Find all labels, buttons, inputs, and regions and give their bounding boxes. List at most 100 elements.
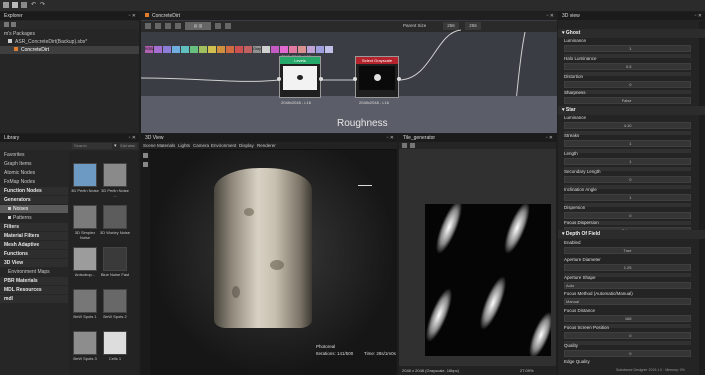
close-icon[interactable]: ▫ ✕	[129, 134, 136, 142]
2d-view-texture[interactable]	[425, 204, 551, 356]
select-node-header: Select Grayscale	[356, 57, 398, 64]
undo-icon[interactable]: ↶	[31, 1, 36, 8]
tree-item-fxmap[interactable]: FxMap Nodes	[0, 178, 68, 186]
render-time: Time: 28s/1m0s	[364, 351, 396, 356]
tree-item-3d-view[interactable]: 3D View	[0, 259, 68, 267]
library-panel: Library ▫ ✕ Search ▾ Grid view Favorites …	[0, 134, 139, 375]
tree-item-function-nodes[interactable]: Function Nodes	[0, 187, 68, 195]
tree-item-mdl-resources[interactable]: MDL Resources	[0, 286, 68, 294]
tree-item-noises[interactable]: Noises	[0, 205, 68, 213]
thumb-label: BnW Spots 1	[73, 314, 97, 319]
close-icon[interactable]: ▫ ✕	[129, 12, 136, 20]
thumb-3d-perlin-noise[interactable]	[73, 163, 97, 187]
graph-panel: ConcreteDirt ▫ ✕ ▤ ▥ Parent Size 256 256 …	[141, 12, 557, 133]
texture-info: 2048 x 2048 (Grayscale, 16bpc)	[402, 368, 459, 373]
title-bar: ↶ ↷	[0, 0, 705, 11]
new-icon[interactable]	[3, 2, 9, 8]
menu-lights[interactable]: Lights	[178, 142, 190, 149]
tree-item-pbr-materials[interactable]: PBR Materials	[0, 277, 68, 285]
thumb-blue-noise-fast[interactable]	[103, 247, 127, 271]
tree-item-functions[interactable]: Functions	[0, 250, 68, 258]
camera-icon[interactable]	[143, 153, 148, 158]
close-icon[interactable]: ▫ ✕	[546, 134, 553, 142]
levels-node-thumbnail	[283, 66, 317, 90]
thumbnail-spot	[297, 75, 303, 80]
menu-camera[interactable]: Camera	[193, 142, 209, 149]
filter-icon[interactable]: ▾	[114, 143, 117, 149]
select-node-thumbnail	[359, 66, 395, 90]
tree-item-patterns[interactable]: Patterns	[0, 214, 68, 222]
close-icon[interactable]: ▫ ✕	[387, 134, 394, 142]
roughness-frame[interactable]: Roughness	[141, 96, 557, 133]
levels-node-resolution: 2048x2048 - L16	[281, 100, 312, 105]
tree-item-filters[interactable]: Filters	[0, 223, 68, 231]
levels-node[interactable]: Levels	[277, 56, 323, 98]
menu-materials[interactable]: Materials	[157, 142, 175, 149]
texture-streak	[425, 285, 458, 345]
thumb-anisotropic[interactable]	[73, 247, 97, 271]
input-socket[interactable]	[277, 77, 281, 81]
output-socket[interactable]	[319, 77, 323, 81]
3d-view-side-tools	[141, 150, 150, 375]
collapse-icon[interactable]	[4, 22, 9, 27]
tree-item-generators[interactable]: Generators	[0, 196, 68, 204]
light-gizmo[interactable]	[358, 185, 372, 186]
tree-item-graph-items[interactable]: Graph Items	[0, 160, 68, 168]
view-mode-button[interactable]: Grid view	[120, 143, 137, 149]
dof-edge-quality[interactable]: Edge Quality	[558, 357, 705, 375]
thumb-label: 3D Simplex Noise	[74, 230, 96, 240]
thumb-bnw-spots-2[interactable]	[103, 289, 127, 313]
explorer-title: Explorer ▫ ✕	[0, 12, 139, 20]
tiling-icon[interactable]	[410, 143, 415, 148]
3d-view-title: 3D View ▫ ✕	[141, 134, 397, 142]
thumb-bnw-spots-1[interactable]	[73, 289, 97, 313]
thumb-3d-worley-noise[interactable]	[103, 205, 127, 229]
noise-folder-icon	[8, 207, 11, 210]
3d-viewport[interactable]: Photoreal Iterations: 141/500 Time: 28s/…	[150, 150, 397, 375]
menu-environment[interactable]: Environment	[211, 142, 236, 149]
save-icon[interactable]	[21, 2, 27, 8]
select-grayscale-node[interactable]: Select Grayscale	[353, 56, 401, 98]
library-grid: 3D Perlin Noise 3D Perlin Noise ... 3D S…	[69, 151, 139, 375]
thumb-3d-simplex-noise[interactable]	[73, 205, 97, 229]
tree-item-atomic[interactable]: Atomic Nodes	[0, 169, 68, 177]
explorer-graph-item[interactable]: ConcreteDirt	[0, 46, 139, 54]
expand-icon[interactable]	[11, 22, 16, 27]
levels-node-header: Levels	[280, 57, 320, 64]
open-icon[interactable]	[12, 2, 18, 8]
menu-scene[interactable]: Scene	[143, 142, 156, 149]
thumb-label: 3D Worley Noise	[100, 230, 130, 235]
input-socket[interactable]	[353, 77, 357, 81]
thumb-cells-1[interactable]	[103, 331, 127, 355]
tree-item-mdl[interactable]: mdl	[0, 295, 68, 303]
2d-view-toolbar	[399, 142, 556, 149]
channels-icon[interactable]	[402, 143, 407, 148]
texture-streak	[474, 273, 512, 333]
tree-item-material-filters[interactable]: Material Filters	[0, 232, 68, 240]
explorer-package[interactable]: ASR_ConcreteDirt(Backup).sbs*	[0, 38, 139, 46]
menu-display[interactable]: Display	[239, 142, 254, 149]
close-icon[interactable]: ▫ ✕	[695, 12, 702, 20]
2d-view-title: Tile_generator ▫ ✕	[399, 134, 556, 142]
wire-input	[141, 77, 280, 82]
stain	[270, 260, 284, 270]
tree-item-environment-maps[interactable]: Environment Maps	[0, 268, 68, 276]
render-iterations: Iterations: 141/500	[316, 351, 354, 356]
tree-item-mesh-adaptive[interactable]: Mesh Adaptive	[0, 241, 68, 249]
light-icon[interactable]	[143, 162, 148, 167]
menu-renderer[interactable]: Renderer	[257, 142, 276, 149]
explorer-root[interactable]: m's Packages	[0, 30, 139, 38]
graph-icon	[14, 47, 18, 51]
redo-icon[interactable]: ↷	[40, 1, 45, 8]
3d-view-panel: 3D View ▫ ✕ Scene Materials Lights Camera…	[141, 134, 397, 375]
concrete-cylinder-mesh	[214, 168, 312, 328]
thumb-3d-perlin-noise-2[interactable]	[103, 163, 127, 187]
library-search-input[interactable]: Search	[72, 143, 112, 149]
output-socket[interactable]	[397, 77, 401, 81]
tree-item-favorites[interactable]: Favorites	[0, 151, 68, 159]
stain	[232, 286, 240, 298]
frame-label: Roughness	[337, 118, 388, 129]
thumb-bnw-spots-3[interactable]	[73, 331, 97, 355]
zoom-level[interactable]: 27.09%	[520, 366, 534, 375]
library-search-bar: Search ▾ Grid view	[0, 142, 139, 150]
